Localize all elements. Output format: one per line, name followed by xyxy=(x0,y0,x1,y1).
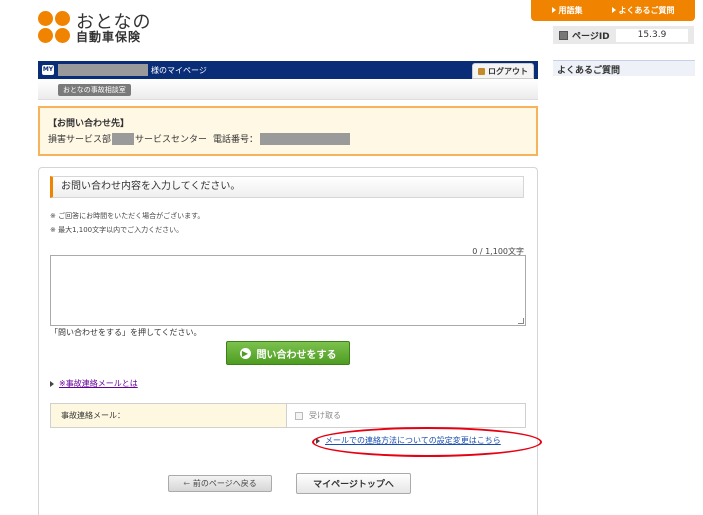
logout-label: ログアウト xyxy=(488,66,528,76)
triangle-right-icon xyxy=(50,380,54,387)
arrow-right-circle-icon: ▶ xyxy=(239,347,251,359)
arrow-left-icon: ← xyxy=(183,479,190,488)
triangle-right-icon xyxy=(611,7,616,13)
contact-center: サービスセンター xyxy=(135,135,208,145)
triangle-right-icon xyxy=(551,7,556,13)
page-id-value: 15.3.9 xyxy=(616,28,688,42)
submit-label: 問い合わせをする xyxy=(256,349,337,361)
accident-mail-label: 事故連絡メール： xyxy=(51,404,287,427)
page-id-label: ページID xyxy=(572,31,610,42)
receive-mail-checkbox[interactable] xyxy=(295,411,303,420)
contact-phone-label: 電話番号： xyxy=(213,135,259,145)
section-sub-bar: おとなの事故相談室 xyxy=(38,79,538,100)
logo-dot-icon xyxy=(55,28,70,43)
inquiry-textarea[interactable] xyxy=(50,255,526,326)
glossary-link[interactable]: 用語集 xyxy=(551,5,583,16)
faq-top-link[interactable]: よくあるご質問 xyxy=(611,5,675,16)
mypage-suffix: 様のマイページ xyxy=(151,65,207,75)
mypage-top-label: マイページトップへ xyxy=(313,480,394,490)
logo-dot-icon xyxy=(38,28,53,43)
form-heading: お問い合わせ内容を入力してください。 xyxy=(50,176,524,198)
page-id-box: ページID 15.3.9 xyxy=(553,26,694,44)
receive-mail-label: 受け取る xyxy=(309,411,341,420)
contact-dept: 損害サービス部 xyxy=(48,135,112,145)
page-icon xyxy=(559,30,568,40)
logo-dot-icon xyxy=(38,11,53,26)
top-links-bar: 用語集 よくあるご質問 xyxy=(531,0,695,21)
brand-logo[interactable]: おとなの 自動車保険 xyxy=(38,11,168,45)
accident-mail-table: 事故連絡メール： 受け取る xyxy=(50,403,526,428)
mypage-top-button[interactable]: マイページトップへ xyxy=(296,473,411,494)
press-instruction: 「問い合わせをする」を押してください。 xyxy=(50,328,202,337)
highlight-ellipse xyxy=(312,427,542,457)
accident-mail-cell: 受け取る xyxy=(287,404,525,427)
redacted-phone-number xyxy=(260,132,351,145)
form-note-1: ※ ご回答にお時間をいただく場合がございます。 xyxy=(50,212,205,220)
logo-dot-icon xyxy=(55,11,70,26)
contact-title: 【お問い合わせ先】 xyxy=(48,119,130,129)
redacted-user-name xyxy=(58,64,148,76)
redacted-center-name xyxy=(112,132,135,145)
accident-mail-about-link[interactable]: ※事故連絡メールとは xyxy=(59,378,138,389)
section-tag: おとなの事故相談室 xyxy=(58,84,131,96)
logout-button[interactable]: ログアウト xyxy=(472,63,534,79)
sidebar-faq-title: よくあるご質問 xyxy=(553,60,695,76)
lock-icon xyxy=(478,67,485,75)
back-label: 前のページへ戻る xyxy=(192,479,257,488)
contact-line: 損害サービス部 サービスセンター 電話番号： xyxy=(48,132,528,145)
inquiry-panel: お問い合わせ内容を入力してください。 ※ ご回答にお時間をいただく場合がございま… xyxy=(38,167,542,515)
resize-grip-icon[interactable] xyxy=(518,318,524,324)
accident-mail-about-row: ※事故連絡メールとは xyxy=(50,378,138,389)
back-button[interactable]: ← 前のページへ戻る xyxy=(168,475,272,492)
submit-inquiry-button[interactable]: ▶ 問い合わせをする xyxy=(226,341,350,365)
mypage-bar: MY 様のマイページ ログアウト xyxy=(38,61,538,79)
my-badge: MY xyxy=(42,65,54,75)
brand-line2: 自動車保険 xyxy=(76,30,142,44)
form-note-2: ※ 最大1,100文字以内でご入力ください。 xyxy=(50,226,184,234)
contact-info-box: 【お問い合わせ先】 損害サービス部 サービスセンター 電話番号： xyxy=(38,106,538,156)
